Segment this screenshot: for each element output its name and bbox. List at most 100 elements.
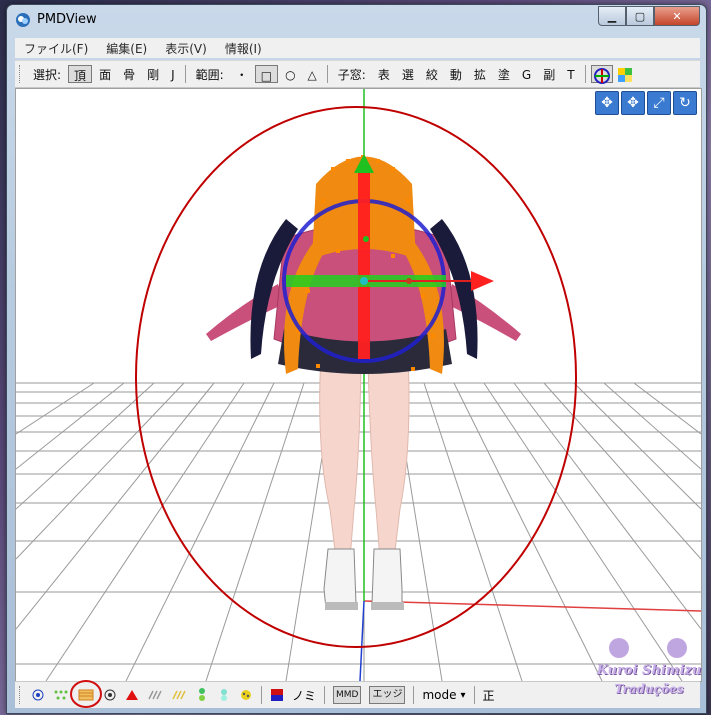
child-table-button[interactable]: 表 [373,65,395,83]
watermark: Kuroi Shimizu Traduções [591,637,707,696]
yellow-hatch-icon [172,690,186,700]
child-window-label: 子窓: [337,68,366,82]
child-sub-button[interactable]: 副 [538,65,560,83]
sei-button[interactable]: 正 [483,686,495,704]
3d-viewport[interactable]: ✥ ✥ ⤢ ↻ [15,88,702,682]
camera-move-button[interactable]: ✥ [595,91,619,115]
target-toggle[interactable] [103,686,117,704]
child-t-button[interactable]: T [562,65,579,83]
toolbar-separator [184,65,186,83]
menu-view[interactable]: 表示(V) [156,40,216,57]
target-icon [104,689,116,701]
points-display-toggle[interactable] [53,686,69,704]
gizmo-top-handle [363,236,369,242]
vertex-display-toggle[interactable] [31,686,45,704]
select-bone-button[interactable]: 骨 [118,65,140,83]
menu-info[interactable]: 情報(I) [216,40,271,57]
pen-icon: ⤢ [653,95,665,111]
grid-colored-icon [617,67,632,82]
edge-toggle[interactable]: エッジ [369,686,406,704]
move-arrows-2-icon: ✥ [627,95,639,111]
scene [16,89,701,681]
range-circle-button[interactable]: ○ [280,65,300,83]
camera-controls: ✥ ✥ ⤢ ↻ [595,91,697,115]
pmdview-window: PMDView ▁ ▢ ✕ ファイル(F) 編集(E) 表示(V) 情報(I) … [6,4,707,714]
yellow-dots-icon [241,690,251,700]
camera-zoom-button[interactable]: ⤢ [647,91,671,115]
gizmo-y-bar [358,169,370,359]
toolbar-separator [326,65,328,83]
world-axis-x [363,600,701,612]
window-controls: ▁ ▢ ✕ [598,6,700,26]
select-label: 選択: [33,68,62,82]
rotate-icon: ↻ [679,95,691,111]
range-triangle-button[interactable]: △ [303,65,322,83]
green-shape-toggle[interactable] [195,686,209,704]
mode-dropdown[interactable]: mode ▾ [422,686,465,704]
child-paint-button[interactable]: 塗 [493,65,515,83]
maximize-icon: ▢ [634,9,646,23]
menu-bar: ファイル(F) 編集(E) 表示(V) 情報(I) [15,38,700,58]
watermark-line1: Kuroi Shimizu [596,663,702,678]
hatch-toggle[interactable] [147,686,163,704]
bottom-separator [324,686,326,704]
cyan-shape-toggle[interactable] [217,686,231,704]
watermark-line2: Traduções [614,682,684,696]
window-title: PMDView [37,12,97,27]
range-point-button[interactable]: ・ [231,65,253,83]
range-label: 範囲: [195,68,224,82]
red-blue-square-icon [271,689,283,701]
bottom-separator [473,686,475,704]
gizmo-toggle-button[interactable] [590,65,613,84]
orange-mesh-toggle[interactable] [70,680,102,708]
minimize-icon: ▁ [607,9,617,23]
camera-pan-button[interactable]: ✥ [621,91,645,115]
triangle-toggle[interactable] [125,686,139,704]
highlight-circle [70,680,102,708]
menu-edit[interactable]: 編集(E) [97,40,156,57]
grid-toggle-button[interactable] [615,65,635,83]
select-joint-button[interactable]: J [166,65,180,83]
bottom-toolbar-grip[interactable] [19,686,23,704]
gizmo-x-arrow [471,271,494,291]
child-g-button[interactable]: G [517,65,536,83]
watermark-logo [609,638,687,658]
gizmo-center [360,277,368,285]
world-axis-z [359,600,365,681]
bottom-separator [413,686,415,704]
select-face-button[interactable]: 面 [94,65,116,83]
yellow-dots-toggle[interactable] [239,686,253,704]
title-bar[interactable]: PMDView ▁ ▢ ✕ [7,5,706,35]
color-toggle[interactable] [270,686,284,704]
mmd-toggle[interactable]: MMD [333,686,362,704]
yellow-hatch-toggle[interactable] [171,686,187,704]
select-rigid-button[interactable]: 剛 [142,65,164,83]
gizmo-target-icon [593,67,610,84]
gizmo-side-handle [406,278,412,284]
select-vertex-button[interactable]: 頂 [68,65,93,83]
mode-label: mode [422,688,457,702]
bottom-separator [261,686,262,704]
close-button[interactable]: ✕ [654,6,700,26]
move-arrows-icon: ✥ [601,95,613,111]
green-dots-icon [54,690,68,700]
cyan-shape-icon [221,689,227,701]
app-icon [16,13,30,27]
red-triangle-icon [126,690,138,700]
toolbar-separator [584,65,586,83]
main-toolbar: 選択: 頂 面 骨 剛 J 範囲: ・ □ ○ △ 子窓: 表 選 絞 動 拡 … [15,60,700,88]
chevron-down-icon: ▾ [460,689,466,701]
child-scale-button[interactable]: 拡 [469,65,491,83]
child-select-button[interactable]: 選 [397,65,419,83]
child-move-button[interactable]: 動 [445,65,467,83]
toolbar-grip[interactable] [19,65,23,83]
close-icon: ✕ [672,9,682,23]
green-shape-icon [199,688,205,701]
range-rect-button[interactable]: □ [254,65,279,83]
nomi-toggle[interactable]: ノミ [292,686,316,704]
child-filter-button[interactable]: 絞 [421,65,443,83]
minimize-button[interactable]: ▁ [598,6,626,26]
menu-file[interactable]: ファイル(F) [15,40,97,57]
camera-rotate-button[interactable]: ↻ [673,91,697,115]
maximize-button[interactable]: ▢ [626,6,654,26]
